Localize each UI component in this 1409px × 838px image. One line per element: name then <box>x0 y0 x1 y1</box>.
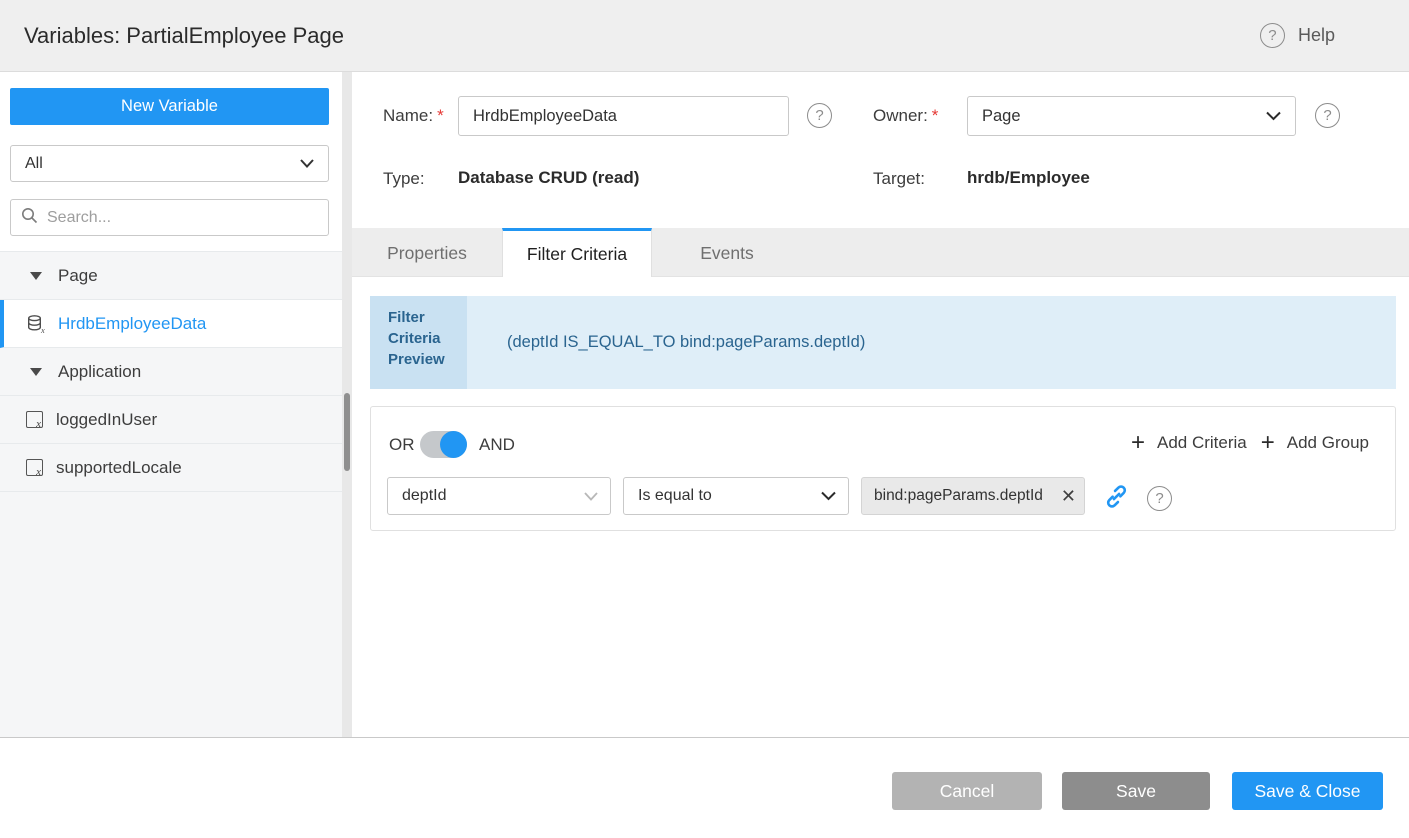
sidebar-scrollbar-thumb[interactable] <box>344 393 350 471</box>
add-group-label: Add Group <box>1287 433 1369 453</box>
close-icon[interactable]: ✕ <box>1059 486 1078 507</box>
variables-sidebar: New Variable All Page <box>0 72 342 737</box>
target-label: Target: <box>873 169 925 189</box>
variable-detail-panel: Name:* ? Owner:* Page ? Type: Database C… <box>352 72 1409 737</box>
owner-selected-value: Page <box>982 107 1021 126</box>
type-label: Type: <box>383 169 425 189</box>
logic-and-label: AND <box>479 431 515 458</box>
tab-filter-criteria[interactable]: Filter Criteria <box>502 228 652 277</box>
new-variable-button[interactable]: New Variable <box>10 88 329 125</box>
help-button[interactable]: ? Help <box>1260 0 1335 71</box>
variable-search <box>10 199 329 236</box>
tree-item-label: HrdbEmployeeData <box>58 314 206 334</box>
detail-tabs: Properties Filter Criteria Events <box>352 228 1409 277</box>
required-asterisk: * <box>932 106 939 125</box>
add-group-button[interactable]: + Add Group <box>1261 431 1369 455</box>
logic-or-label: OR <box>389 431 415 458</box>
tree-item-label: loggedInUser <box>56 410 157 430</box>
chevron-down-icon <box>1266 111 1281 121</box>
link-icon[interactable] <box>1104 484 1129 514</box>
tab-properties[interactable]: Properties <box>352 228 502 276</box>
tree-item-label: supportedLocale <box>56 458 182 478</box>
tree-item-supportedlocale[interactable]: x supportedLocale <box>0 444 342 492</box>
operator-selected-value: Is equal to <box>638 487 712 505</box>
name-field[interactable] <box>458 96 789 136</box>
plus-icon: + <box>1261 431 1275 455</box>
criteria-editor: OR AND + Add Criteria + Add Group deptId <box>370 406 1396 531</box>
tree-group-label: Page <box>58 266 98 286</box>
question-circle-icon: ? <box>1260 23 1285 48</box>
help-label: Help <box>1298 25 1335 46</box>
tab-events[interactable]: Events <box>652 228 802 276</box>
filter-criteria-preview: Filter Criteria Preview (deptId IS_EQUAL… <box>370 296 1396 389</box>
cancel-button[interactable]: Cancel <box>892 772 1042 810</box>
toggle-knob <box>440 431 467 458</box>
variables-tree: Page x HrdbEmployeeData Application <box>0 251 342 737</box>
static-variable-icon: x <box>26 459 43 476</box>
target-value: hrdb/Employee <box>967 168 1090 188</box>
owner-label: Owner:* <box>873 96 938 136</box>
criteria-operator-select[interactable]: Is equal to <box>623 477 849 515</box>
chevron-down-icon <box>584 492 598 501</box>
tree-group-label: Application <box>58 362 141 382</box>
dialog-footer: Cancel Save Save & Close <box>0 737 1409 838</box>
database-variable-icon: x <box>26 314 46 334</box>
static-variable-icon: x <box>26 411 43 428</box>
logic-toggle[interactable] <box>420 431 467 458</box>
variables-dialog: Variables: PartialEmployee Page ? Help N… <box>0 0 1409 838</box>
owner-select[interactable]: Page <box>967 96 1296 136</box>
field-selected-value: deptId <box>402 487 446 505</box>
sidebar-scrollbar-track[interactable] <box>342 72 352 737</box>
owner-help-icon[interactable]: ? <box>1315 103 1340 128</box>
criteria-help-icon[interactable]: ? <box>1147 486 1172 511</box>
name-label: Name:* <box>383 96 444 136</box>
variable-type-filter-select[interactable]: All <box>10 145 329 182</box>
add-criteria-label: Add Criteria <box>1157 433 1247 453</box>
triangle-down-icon <box>30 272 42 280</box>
criteria-field-select[interactable]: deptId <box>387 477 611 515</box>
type-value: Database CRUD (read) <box>458 168 639 188</box>
preview-label: Filter Criteria Preview <box>370 296 467 389</box>
preview-expression: (deptId IS_EQUAL_TO bind:pageParams.dept… <box>467 296 1396 389</box>
plus-icon: + <box>1131 431 1145 455</box>
search-input[interactable] <box>47 209 318 227</box>
criteria-value-chip[interactable]: bind:pageParams.deptId ✕ <box>861 477 1085 515</box>
save-and-close-button[interactable]: Save & Close <box>1232 772 1383 810</box>
name-help-icon[interactable]: ? <box>807 103 832 128</box>
tree-group-page[interactable]: Page <box>0 252 342 300</box>
dialog-header: Variables: PartialEmployee Page ? Help <box>0 0 1409 72</box>
tree-group-application[interactable]: Application <box>0 348 342 396</box>
chevron-down-icon <box>821 491 836 501</box>
filter-selected-value: All <box>25 155 43 173</box>
search-icon <box>21 207 38 229</box>
criteria-actions: + Add Criteria + Add Group <box>1131 431 1369 455</box>
page-title: Variables: PartialEmployee Page <box>24 0 344 71</box>
add-criteria-button[interactable]: + Add Criteria <box>1131 431 1247 455</box>
save-button[interactable]: Save <box>1062 772 1210 810</box>
required-asterisk: * <box>437 106 444 125</box>
triangle-down-icon <box>30 368 42 376</box>
tree-item-hrdbemployeedata[interactable]: x HrdbEmployeeData <box>0 300 342 348</box>
bound-value-text: bind:pageParams.deptId <box>874 487 1059 505</box>
tree-item-loggedinuser[interactable]: x loggedInUser <box>0 396 342 444</box>
chevron-down-icon <box>300 159 314 168</box>
svg-text:x: x <box>40 325 45 334</box>
